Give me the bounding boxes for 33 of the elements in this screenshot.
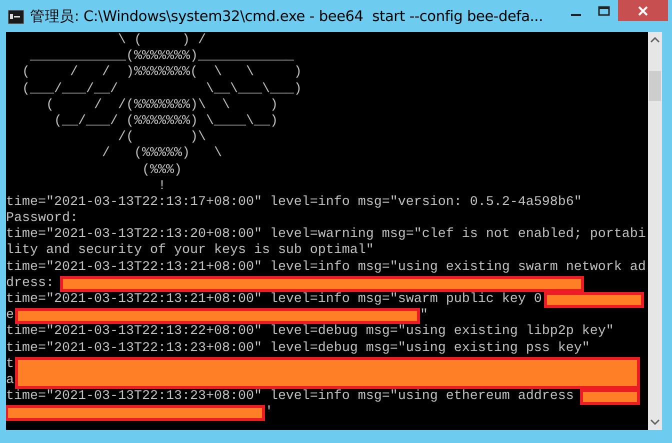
log-line: lity and security of your keys is sub optimal" (6, 243, 374, 260)
ascii-art-line: (__/___/ (%%%%%%%) \____\__) (52, 114, 278, 130)
console-icon (8, 10, 24, 24)
log-text: t (6, 356, 14, 373)
minimize-icon (571, 14, 581, 16)
log-line: time="2021-03-13T22:13:20+08:00" level=warning msg="clef is not enabled; portabi (6, 227, 646, 243)
ascii-art-line: / (%%%%%) \ (100, 146, 222, 162)
ascii-art-line: ( / / )%%%%%%%( \ \ ) (20, 65, 302, 82)
log-line: a (6, 372, 14, 389)
ascii-art-line: (%%%) (140, 162, 182, 179)
log-text: time="2021-03-13T22:13:23+08:00" level=info msg="using ethereum address (6, 389, 574, 405)
log-line: time="2021-03-13T22:13:22+08:00" level=debug msg="using existing libp2p key" (6, 324, 614, 341)
log-text: dress: (6, 276, 54, 292)
log-text: time="2021-03-13T22:13:21+08:00" level=info msg="swarm public key 0 (6, 292, 542, 308)
close-icon (638, 6, 648, 16)
log-line: time="2021-03-13T22:13:17+08:00" level=info msg="version: 0.5.2-4a598b6" (6, 194, 582, 211)
ascii-art-line: /( )\ (116, 130, 206, 146)
log-line: Password: (6, 211, 78, 227)
ascii-art-line: ( / /(%%%%%%%)\ \ ) (44, 98, 278, 114)
scrollbar[interactable] (648, 32, 662, 430)
maximize-icon (598, 6, 610, 16)
log-text: e (6, 308, 14, 324)
log-line: time="2021-03-13T22:13:21+08:00" level=info msg="using existing swarm network ad (6, 260, 646, 276)
window-title: 管理员: C:\Windows\system32\cmd.exe - bee64 start --config bee-defa... (30, 8, 544, 26)
ascii-art-line: \ ( ) / (116, 33, 206, 49)
scrollbar-thumb[interactable] (649, 71, 661, 101)
log-text: ' (265, 405, 273, 422)
close-button[interactable] (618, 0, 668, 21)
ascii-art-line: (___/___/__/ \__\___\___) (20, 82, 302, 98)
log-line: time="2021-03-13T22:13:23+08:00" level=debug msg="using existing pss key" (6, 340, 590, 357)
ascii-art-line: ____________(%%%%%%%)____________ (28, 49, 294, 65)
ascii-art-line: ! (156, 178, 166, 195)
log-text: " (420, 308, 428, 324)
